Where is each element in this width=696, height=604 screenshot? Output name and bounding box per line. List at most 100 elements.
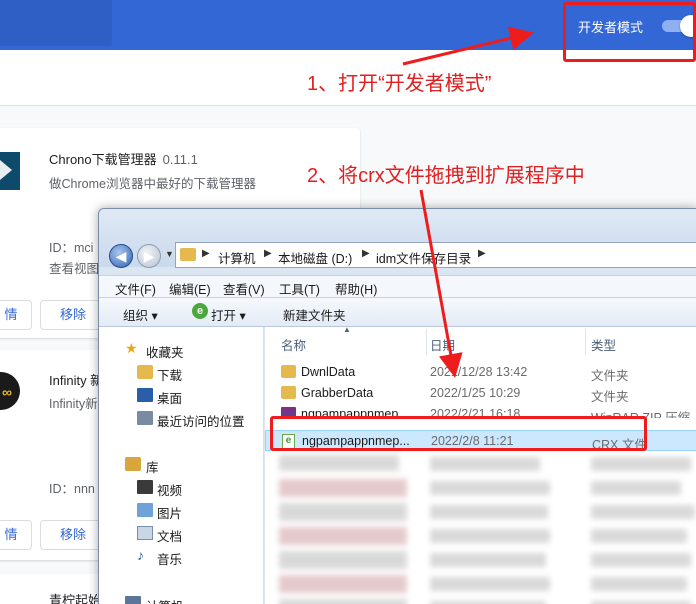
blurred-content	[279, 479, 407, 497]
menu-tools[interactable]: 工具(T)	[279, 279, 320, 298]
blurred-content	[279, 527, 407, 545]
computer-icon	[125, 596, 141, 604]
blurred-content	[279, 455, 399, 471]
blurred-content	[279, 551, 407, 569]
organize-button[interactable]: 组织 ▾	[123, 305, 158, 324]
blurred-content	[430, 529, 550, 543]
column-divider[interactable]	[585, 329, 586, 355]
nav-favorites[interactable]: ★ 收藏夹	[99, 339, 264, 361]
annotation-step1: 1、打开“开发者模式”	[307, 73, 492, 95]
annotation-box-crx-file	[270, 416, 647, 451]
menu-edit[interactable]: 编辑(E)	[169, 279, 211, 298]
menu-help[interactable]: 帮助(H)	[335, 279, 377, 298]
nav-library[interactable]: 库	[99, 454, 264, 476]
nav-label: 图片	[157, 507, 183, 521]
history-dropdown-icon[interactable]: ▼	[165, 249, 174, 259]
chevron-right-icon[interactable]: ▶	[478, 248, 486, 259]
open-button[interactable]: 打开 ▾	[211, 305, 246, 324]
new-folder-button[interactable]: 新建文件夹	[283, 305, 346, 324]
infinity-symbol-icon: ∞	[2, 384, 12, 400]
chevron-right-icon[interactable]: ▶	[264, 248, 272, 259]
blurred-content	[279, 575, 407, 593]
nav-pictures[interactable]: 图片	[99, 500, 264, 522]
extension-title: Chrono下载管理器	[49, 152, 157, 167]
nav-label: 桌面	[157, 392, 183, 406]
blurred-content	[591, 577, 687, 591]
nav-label: 最近访问的位置	[157, 415, 245, 429]
file-list: ▲ 名称 日期 类型 DwnlData 2021/12/28 13:42 文件夹…	[265, 325, 696, 604]
extension-title: Infinity 新	[49, 373, 104, 388]
nav-label: 库	[146, 461, 159, 475]
remove-button[interactable]: 移除	[40, 520, 106, 550]
back-arrow-icon[interactable]: ◀	[109, 244, 133, 268]
menu-view[interactable]: 查看(V)	[223, 279, 265, 298]
nav-label: 视频	[157, 484, 183, 498]
remove-button[interactable]: 移除	[40, 300, 106, 330]
explorer-window: ◀ ▶ ▼ ▶ 计算机 ▶ 本地磁盘 (D:) ▶ idm文件保存目录 ▶ 文件…	[98, 208, 696, 604]
documents-icon	[137, 526, 153, 540]
blurred-content	[591, 457, 691, 471]
details-button[interactable]: 情	[0, 520, 32, 550]
nav-recent[interactable]: 最近访问的位置	[99, 408, 264, 430]
chevron-right-icon[interactable]: ▶	[362, 248, 370, 259]
folder-icon	[180, 248, 196, 261]
file-date: 2022/1/25 10:29	[430, 386, 521, 400]
extension-id: ID：nnn	[49, 482, 95, 496]
blurred-content	[430, 481, 550, 495]
ie-browser-icon: e	[192, 303, 208, 319]
nav-downloads[interactable]: 下载	[99, 362, 264, 384]
nav-label: 文档	[157, 530, 183, 544]
details-button[interactable]: 情	[0, 300, 32, 330]
blurred-content	[591, 481, 681, 495]
file-row[interactable]: DwnlData 2021/12/28 13:42 文件夹	[265, 362, 696, 383]
nav-music[interactable]: ♪ 音乐	[99, 546, 264, 568]
extensions-search-area[interactable]	[0, 0, 112, 46]
blurred-content	[430, 577, 550, 591]
nav-label: 计算机	[146, 596, 184, 604]
folder-icon	[281, 386, 296, 399]
screenshot: 开发者模式 Chrono下载管理器 0.11.1 做Chrome浏览器中最好的下载…	[0, 0, 696, 604]
nav-desktop[interactable]: 桌面	[99, 385, 264, 407]
column-header-date[interactable]: 日期	[430, 335, 455, 354]
column-header-name[interactable]: 名称	[281, 335, 306, 354]
video-icon	[137, 480, 153, 494]
blurred-content	[591, 529, 687, 543]
navigation-pane: ★ 收藏夹 下载 桌面 最近访问的位置 库 视频 图片 文档 ♪ 音乐	[99, 327, 264, 604]
forward-arrow-icon[interactable]: ▶	[137, 244, 161, 268]
explorer-address-area: ◀ ▶ ▼ ▶ 计算机 ▶ 本地磁盘 (D:) ▶ idm文件保存目录 ▶	[99, 209, 696, 268]
nav-documents[interactable]: 文档	[99, 523, 264, 545]
extension-description: Infinity新	[49, 397, 98, 411]
extension-version: 0.11.1	[162, 152, 198, 167]
library-icon	[125, 457, 141, 471]
breadcrumb-computer[interactable]: 计算机	[218, 248, 256, 267]
pictures-icon	[137, 503, 153, 517]
address-bar[interactable]: ▶ 计算机 ▶ 本地磁盘 (D:) ▶ idm文件保存目录 ▶	[175, 242, 696, 268]
file-type: 文件夹	[591, 390, 629, 404]
nav-videos[interactable]: 视频	[99, 477, 264, 499]
menu-file[interactable]: 文件(F)	[115, 279, 156, 298]
blurred-content	[591, 505, 695, 519]
extension-name: Chrono下载管理器 0.11.1	[49, 149, 198, 168]
blurred-content	[430, 505, 548, 519]
explorer-toolbar: 组织 ▾ 打开 ▾ 新建文件夹	[99, 297, 696, 327]
blurred-content	[430, 457, 540, 471]
column-header-type[interactable]: 类型	[591, 335, 616, 354]
blurred-content	[430, 553, 546, 567]
menu-bar: 文件(F) 编辑(E) 查看(V) 工具(T) 帮助(H)	[99, 275, 696, 297]
file-type: 文件夹	[591, 369, 629, 383]
breadcrumb-drive[interactable]: 本地磁盘 (D:)	[278, 248, 352, 267]
file-date: 2021/12/28 13:42	[430, 365, 528, 379]
nav-computer[interactable]: 计算机	[99, 593, 264, 604]
chevron-right-icon[interactable]: ▶	[202, 248, 210, 259]
file-name: DwnlData	[301, 365, 356, 379]
sort-up-icon: ▲	[343, 325, 351, 334]
annotation-step2: 2、将crx文件拖拽到扩展程序中	[307, 165, 585, 187]
folder-icon	[281, 365, 296, 378]
downloads-folder-icon	[137, 365, 153, 379]
column-divider[interactable]	[426, 329, 427, 355]
extension-description: 做Chrome浏览器中最好的下载管理器	[49, 177, 256, 191]
extension-view-link[interactable]: 查看视图	[49, 258, 99, 277]
file-row[interactable]: GrabberData 2022/1/25 10:29 文件夹	[265, 383, 696, 404]
breadcrumb-folder[interactable]: idm文件保存目录	[376, 248, 471, 267]
blurred-content	[591, 553, 691, 567]
